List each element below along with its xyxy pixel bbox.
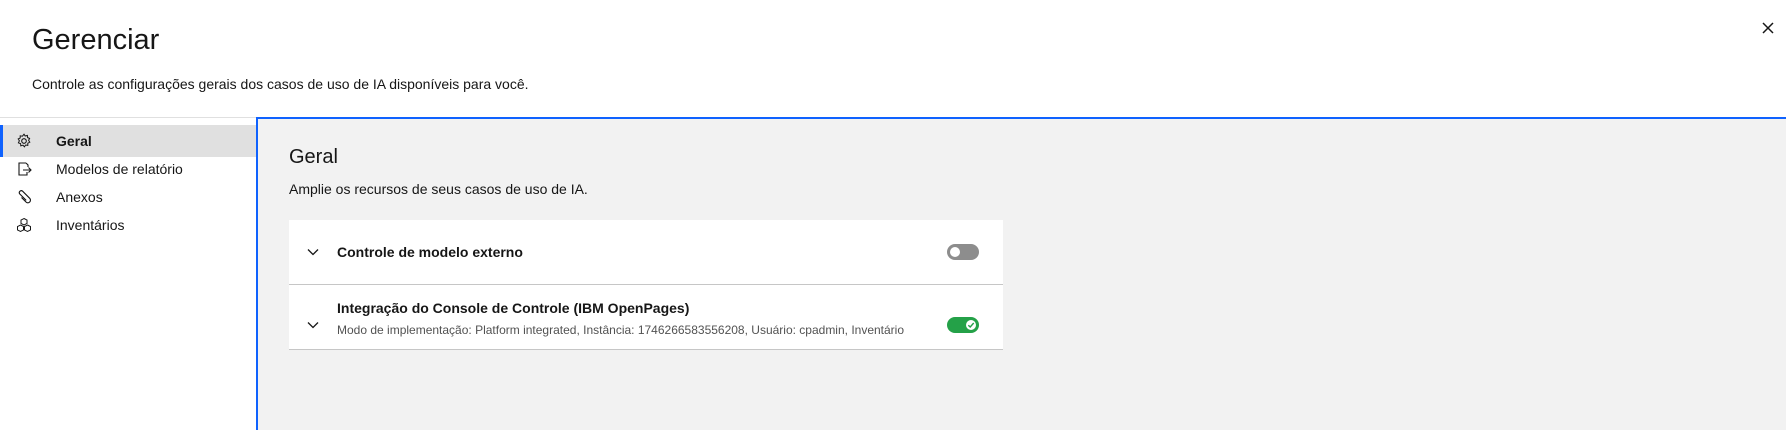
- sidebar-item-label: Anexos: [56, 189, 103, 205]
- sidebar-item-label: Modelos de relatório: [56, 161, 183, 177]
- close-button[interactable]: [1752, 12, 1784, 44]
- close-icon: [1762, 22, 1774, 34]
- page-header: Gerenciar Controle as configurações gera…: [0, 0, 1786, 118]
- setting-title: Controle de modelo externo: [337, 244, 523, 260]
- external-model-control-toggle[interactable]: [947, 244, 979, 260]
- section-title: Geral: [289, 146, 338, 168]
- toggle-knob: [966, 320, 976, 330]
- sidebar-nav: Geral Modelos de relatório Anexos Invent…: [0, 118, 256, 430]
- manage-page: Gerenciar Controle as configurações gera…: [0, 0, 1786, 430]
- chevron-down-icon[interactable]: [305, 317, 321, 333]
- setting-detail: Modo de implementação: Platform integrat…: [337, 323, 905, 337]
- attachment-icon: [16, 189, 32, 205]
- setting-row-external-model-control[interactable]: Controle de modelo externo: [289, 220, 1003, 285]
- setting-title: Integração do Console de Controle (IBM O…: [337, 300, 690, 316]
- sidebar-item-label: Inventários: [56, 217, 125, 233]
- section-description: Amplie os recursos de seus casos de uso …: [289, 181, 588, 197]
- settings-icon: [16, 133, 32, 149]
- document-export-icon: [16, 161, 32, 177]
- settings-panel: Geral Amplie os recursos de seus casos d…: [256, 117, 1786, 430]
- toggle-knob: [950, 247, 960, 257]
- checkmark-icon: [967, 322, 975, 329]
- sidebar-item-inventarios[interactable]: Inventários: [0, 209, 256, 241]
- sidebar-item-label: Geral: [56, 133, 92, 149]
- inventory-icon: [16, 217, 32, 233]
- page-title: Gerenciar: [32, 24, 160, 56]
- page-subtitle: Controle as configurações gerais dos cas…: [32, 76, 529, 92]
- chevron-down-icon[interactable]: [305, 244, 321, 260]
- setting-row-openpages-integration[interactable]: Integração do Console de Controle (IBM O…: [289, 285, 1003, 350]
- openpages-integration-toggle[interactable]: [947, 317, 979, 333]
